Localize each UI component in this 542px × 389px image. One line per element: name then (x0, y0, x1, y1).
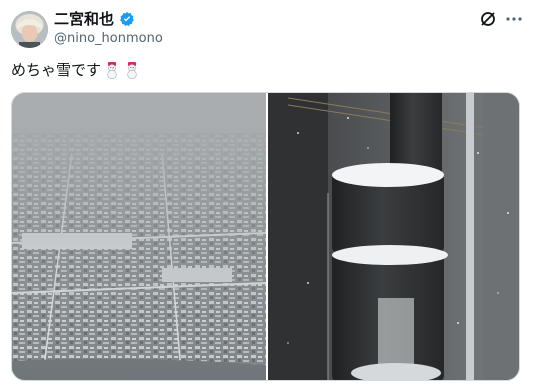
tweet-text-body: めちゃ雪です (11, 61, 102, 79)
verified-badge-icon (120, 12, 134, 27)
snowman-emoji (107, 62, 117, 79)
user-handle[interactable]: @nino_honmono (54, 31, 163, 47)
media-grid (11, 92, 520, 381)
more-options-button[interactable] (504, 9, 524, 29)
more-icon (506, 17, 522, 21)
tweet-card: 二宮和也 @nino_honmono めちゃ雪です (0, 0, 542, 389)
author-name-row: 二宮和也 (54, 10, 135, 28)
display-name[interactable]: 二宮和也 (54, 10, 114, 28)
avatar-image (11, 11, 48, 48)
grok-icon (481, 12, 495, 26)
avatar[interactable] (11, 11, 48, 48)
snowy-pillar-photo[interactable] (268, 93, 520, 381)
snowman-emoji (127, 62, 137, 79)
snowy-city-aerial-photo[interactable] (12, 93, 266, 381)
tweet-text: めちゃ雪です (11, 60, 141, 80)
grok-button[interactable] (478, 9, 498, 29)
